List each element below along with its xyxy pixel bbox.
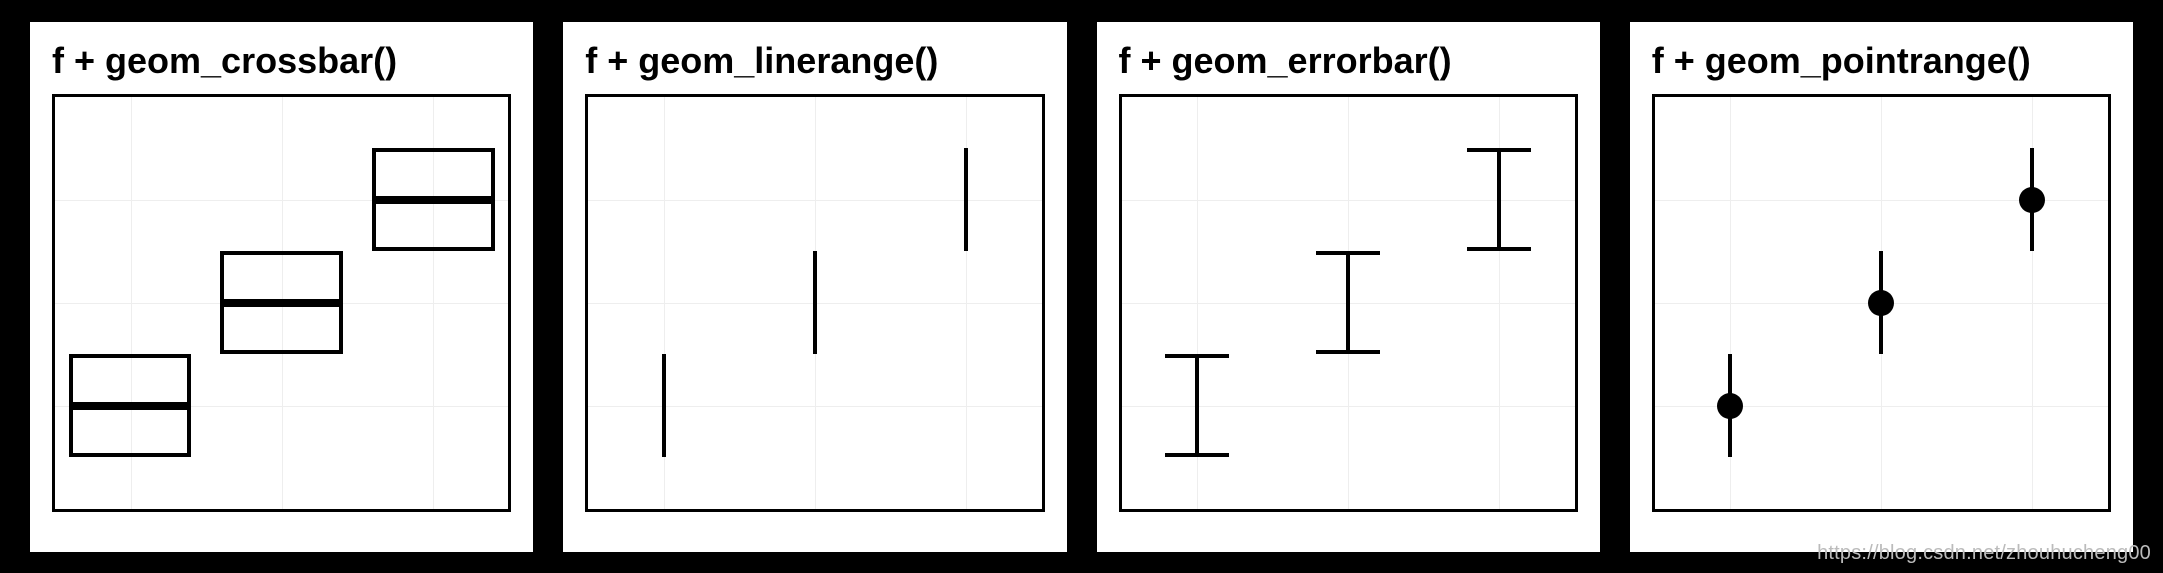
plot-crossbar (52, 94, 511, 512)
crossbar-mark (69, 354, 191, 457)
linerange-layer (588, 97, 1041, 509)
panel-errorbar: f + geom_errorbar() (1097, 22, 1600, 552)
plot-linerange (585, 94, 1044, 512)
pointrange-mark (1728, 354, 1732, 457)
errorbar-mark (1316, 251, 1379, 354)
pointrange-mark (2030, 148, 2034, 251)
linerange-mark (813, 251, 817, 354)
crossbar-mark (372, 148, 494, 251)
errorbar-mark (1467, 148, 1530, 251)
panel-title-linerange: f + geom_linerange() (585, 40, 1044, 82)
linerange-mark (964, 148, 968, 251)
crossbar-layer (55, 97, 508, 509)
panel-pointrange: f + geom_pointrange() (1630, 22, 2133, 552)
crossbar-mark (220, 251, 342, 354)
watermark-text: https://blog.csdn.net/zhouhucheng00 (1817, 542, 2151, 565)
linerange-mark (662, 354, 666, 457)
panel-title-errorbar: f + geom_errorbar() (1119, 40, 1578, 82)
panel-title-crossbar: f + geom_crossbar() (52, 40, 511, 82)
plot-pointrange (1652, 94, 2111, 512)
errorbar-layer (1122, 97, 1575, 509)
pointrange-layer (1655, 97, 2108, 509)
panel-crossbar: f + geom_crossbar() (30, 22, 533, 552)
plot-errorbar (1119, 94, 1578, 512)
pointrange-mark (1879, 251, 1883, 354)
panel-title-pointrange: f + geom_pointrange() (1652, 40, 2111, 82)
errorbar-mark (1165, 354, 1228, 457)
panel-linerange: f + geom_linerange() (563, 22, 1066, 552)
